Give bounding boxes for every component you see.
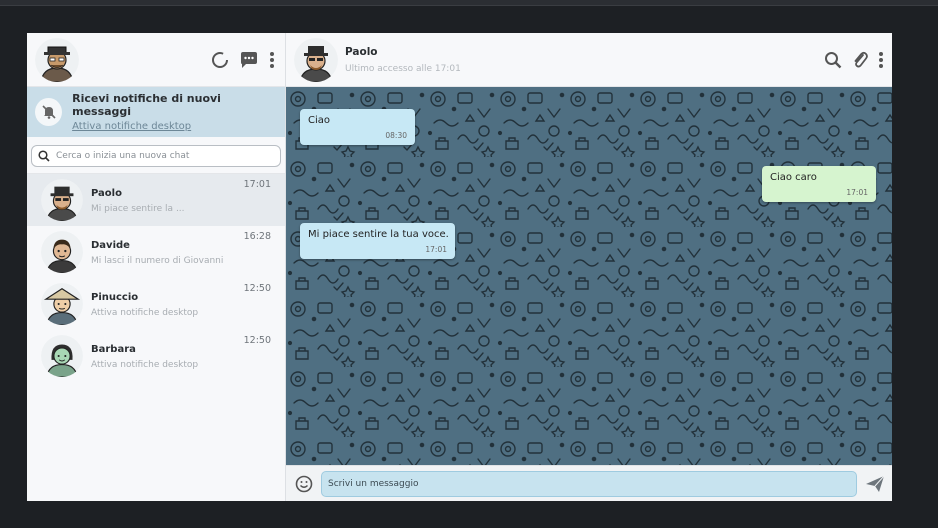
contact-avatar[interactable]	[294, 37, 338, 82]
message-bubble-outgoing[interactable]: Ciao caro 17:01	[762, 166, 876, 202]
chat-time: 12:50	[243, 335, 271, 346]
contact-last-seen: Ultimo accesso alle 17:01	[345, 63, 461, 74]
chat-name: Paolo	[91, 188, 122, 199]
avatar	[41, 231, 83, 273]
notification-title: Ricevi notifiche di nuovi messaggi	[72, 92, 221, 118]
avatar	[41, 179, 83, 221]
chat-item-barbara[interactable]: Barbara Attiva notifiche desktop 12:50	[27, 330, 285, 382]
status-icon[interactable]	[211, 51, 229, 69]
chat-name: Barbara	[91, 344, 136, 355]
avatar	[41, 283, 83, 325]
message-text: Ciao caro	[770, 172, 817, 183]
send-icon[interactable]	[865, 475, 885, 493]
message-text: Ciao	[308, 115, 331, 126]
message-time: 17:01	[425, 245, 447, 254]
chat-item-paolo[interactable]: Paolo Mi piace sentire la ... 17:01	[27, 174, 285, 226]
message-composer	[286, 465, 892, 501]
chat-preview: Attiva notifiche desktop	[91, 308, 199, 318]
search-box	[31, 145, 281, 167]
chat-name: Pinuccio	[91, 292, 139, 303]
chat-time: 16:28	[243, 231, 271, 242]
message-area: Ciao 08:30 Ciao caro 17:01 Mi piace sent…	[286, 87, 892, 465]
search-area	[27, 137, 285, 174]
search-icon[interactable]	[824, 51, 842, 69]
chat-preview: Mi piace sentire la ...	[91, 204, 185, 214]
chat-time: 17:01	[243, 179, 271, 190]
message-text: Mi piace sentire la tua voce.	[308, 229, 449, 240]
chat-item-pinuccio[interactable]: Pinuccio Attiva notifiche desktop 12:50	[27, 278, 285, 330]
enable-desktop-notifications-link[interactable]: Attiva notifiche desktop	[72, 121, 277, 132]
search-input[interactable]	[56, 151, 274, 161]
message-input[interactable]	[321, 470, 857, 497]
message-bubble-incoming[interactable]: Ciao 08:30	[300, 109, 415, 145]
menu-dots-icon[interactable]	[878, 51, 884, 69]
conversation-panel: Paolo Ultimo accesso alle 17:01 Ciao 08:…	[286, 33, 892, 501]
chat-name: Davide	[91, 240, 130, 251]
paperclip-icon[interactable]	[852, 51, 868, 69]
chat-preview: Attiva notifiche desktop	[91, 360, 199, 370]
message-time: 17:01	[846, 188, 868, 197]
chat-item-davide[interactable]: Davide Mi lasci il numero di Giovanni 16…	[27, 226, 285, 278]
chat-app-window: Ricevi notifiche di nuovi messaggi Attiv…	[27, 33, 892, 501]
conversation-header: Paolo Ultimo accesso alle 17:01	[286, 33, 892, 87]
chat-list: Paolo Mi piace sentire la ... 17:01 Davi…	[27, 174, 285, 501]
bell-off-icon	[35, 98, 63, 126]
message-bubble-incoming[interactable]: Mi piace sentire la tua voce. 17:01	[300, 223, 455, 259]
contact-name: Paolo	[345, 45, 378, 58]
chat-preview: Mi lasci il numero di Giovanni	[91, 256, 224, 266]
sidebar-header	[27, 33, 285, 87]
search-icon	[38, 147, 50, 166]
sidebar: Ricevi notifiche di nuovi messaggi Attiv…	[27, 33, 286, 501]
menu-dots-icon[interactable]	[269, 51, 275, 69]
notification-banner[interactable]: Ricevi notifiche di nuovi messaggi Attiv…	[27, 87, 285, 137]
browser-top-strip	[0, 0, 938, 6]
avatar	[41, 335, 83, 377]
contact-info[interactable]: Paolo Ultimo accesso alle 17:01	[294, 37, 461, 82]
user-avatar[interactable]	[35, 37, 79, 82]
chat-time: 12:50	[243, 283, 271, 294]
emoji-icon[interactable]	[295, 475, 313, 493]
chat-icon[interactable]	[239, 51, 259, 69]
message-time: 08:30	[385, 131, 407, 140]
